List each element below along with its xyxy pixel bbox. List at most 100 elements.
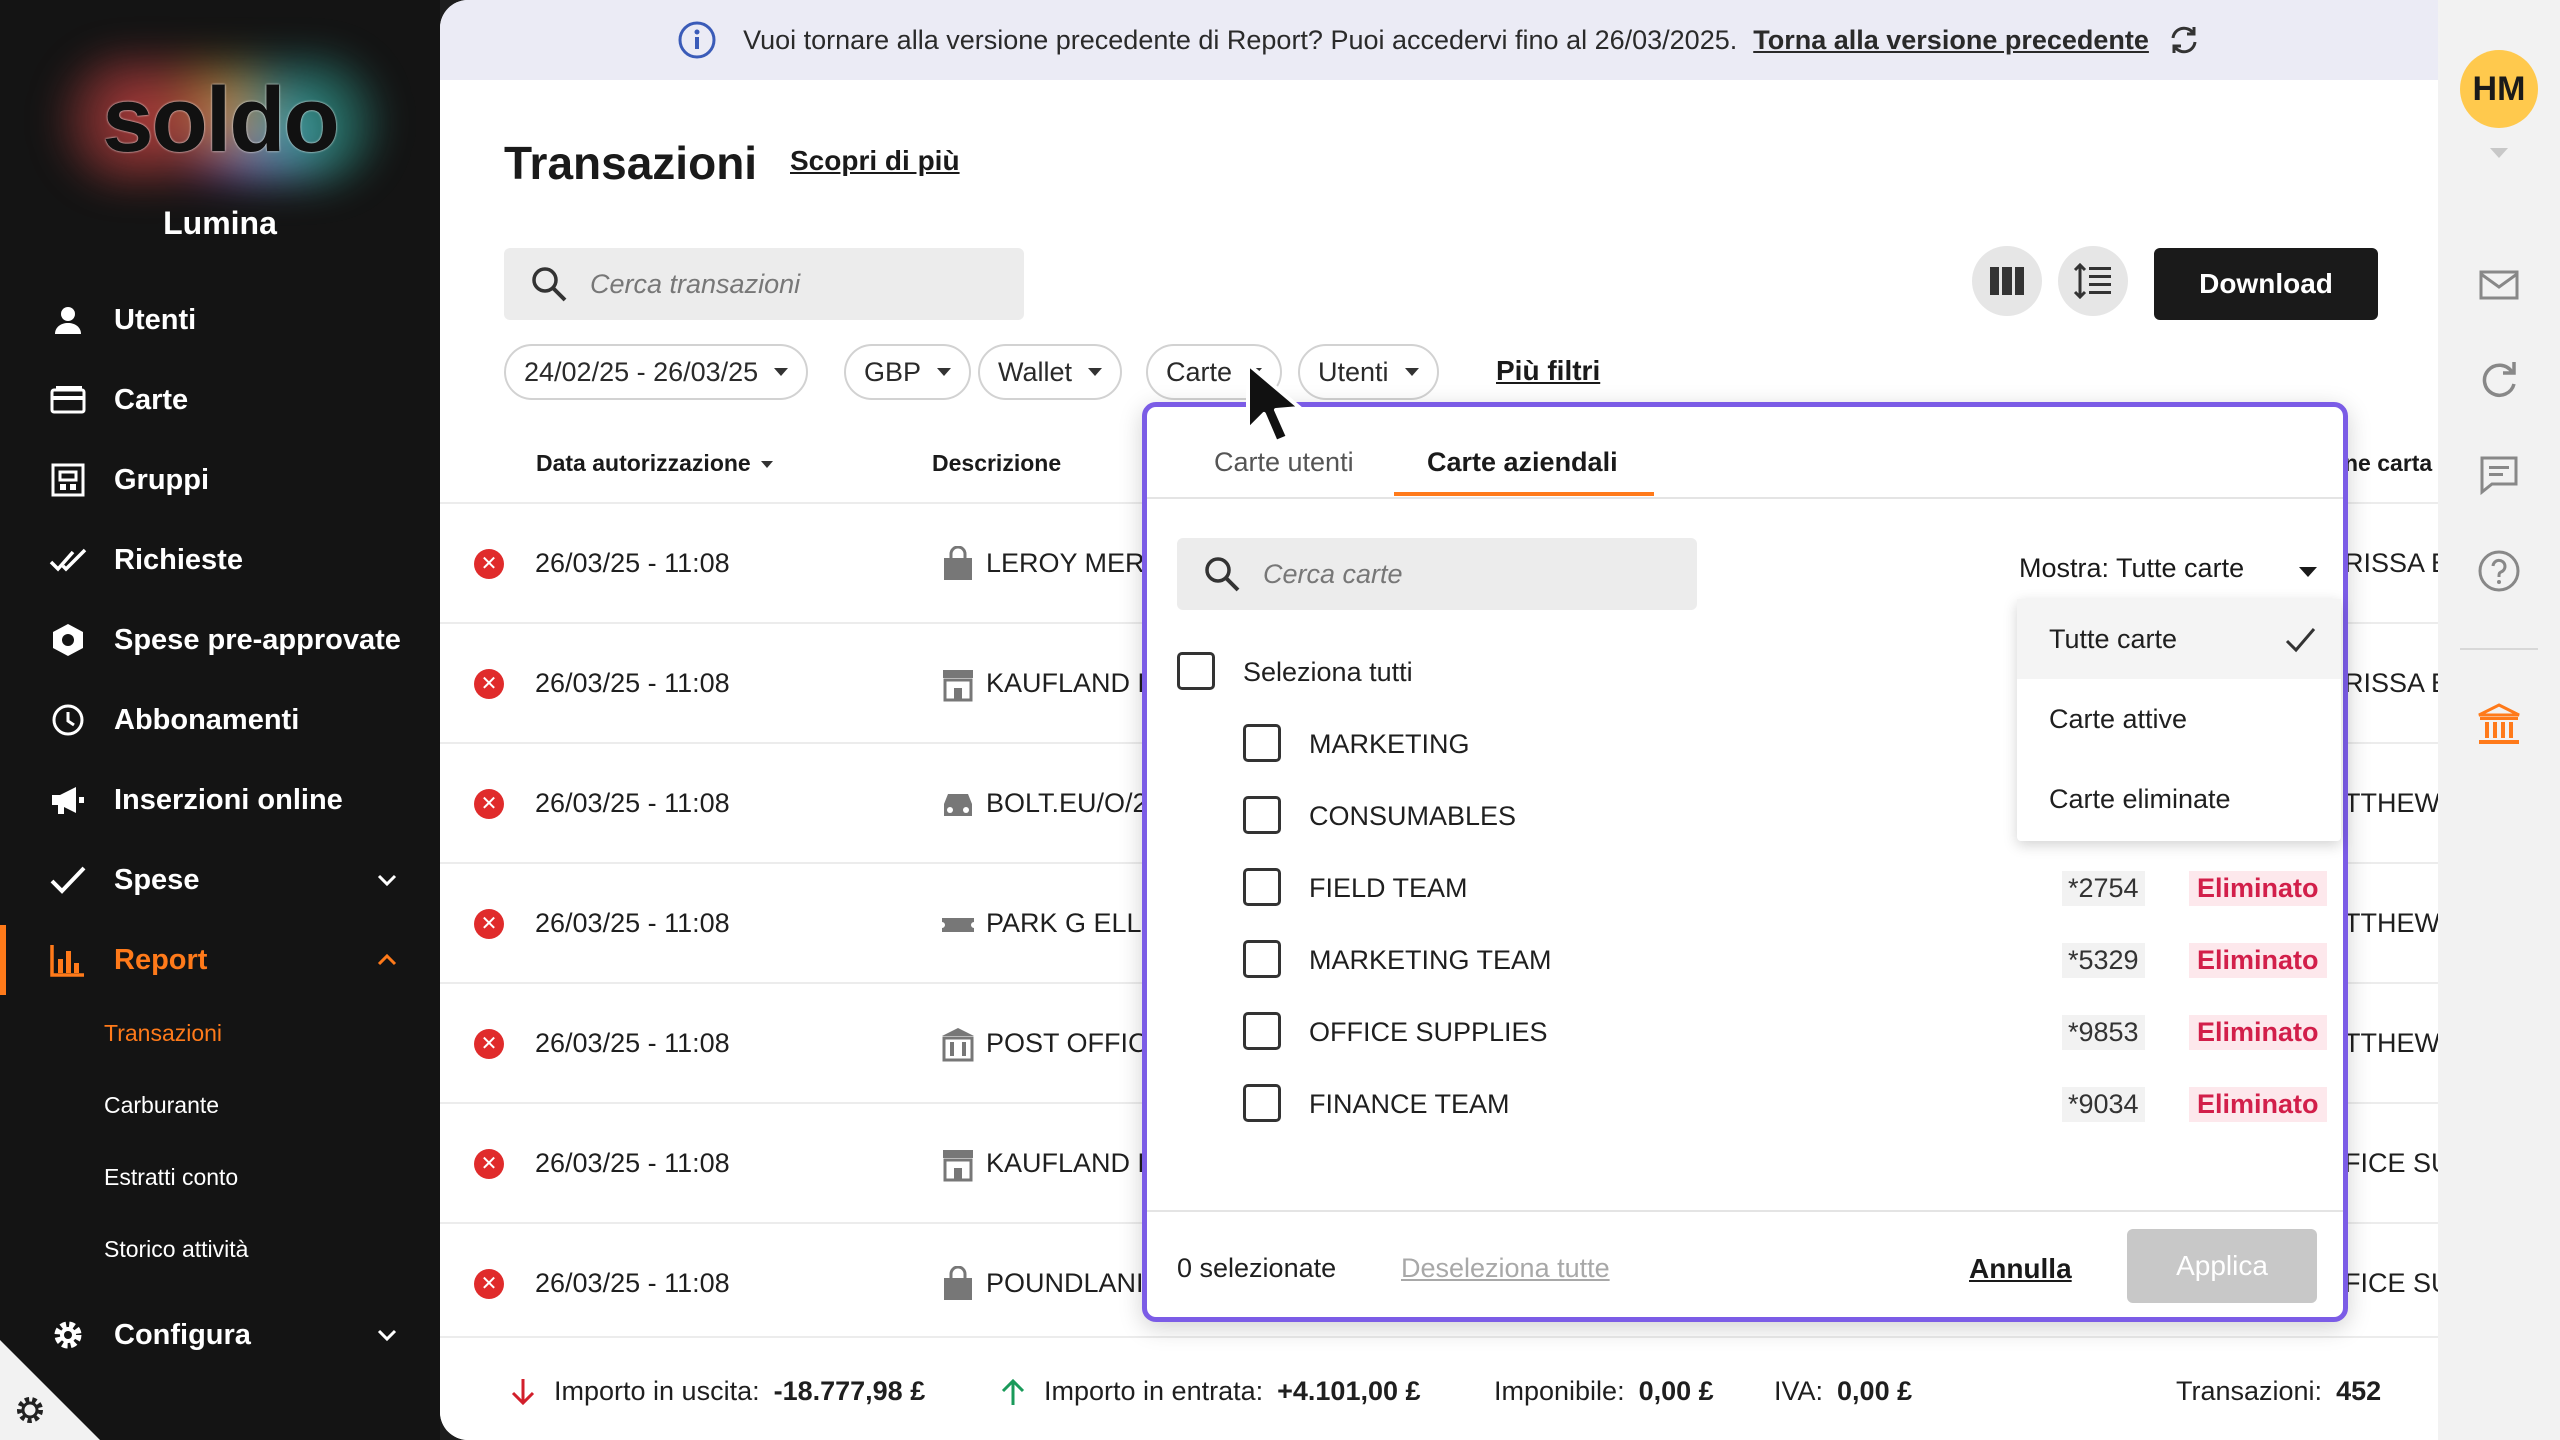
sidebar-item-label: Abbonamenti <box>114 703 300 736</box>
card-owner: FICE SUI <box>2344 1268 2438 1298</box>
card-name: CONSUMABLES <box>1309 801 1517 831</box>
divider <box>1147 1210 2343 1212</box>
menu-item-deleted-cards[interactable]: Carte eliminate <box>2017 759 2341 839</box>
total-value: 0,00 £ <box>1837 1376 1913 1406</box>
search-input[interactable]: Cerca transazioni <box>504 248 1024 320</box>
declined-icon: ✕ <box>474 669 504 699</box>
filter-wallet[interactable]: Wallet <box>978 344 1123 400</box>
row-density-button[interactable] <box>2058 246 2128 316</box>
chat-icon[interactable] <box>2476 452 2522 498</box>
sidebar-item-label: Richieste <box>114 543 243 576</box>
card-name: MARKETING <box>1309 729 1470 759</box>
filter-currency[interactable]: GBP <box>844 344 972 400</box>
card-checkbox[interactable] <box>1243 796 1281 834</box>
sort-caret-icon <box>760 461 773 469</box>
sidebar-subitem-statements[interactable]: Estratti conto <box>104 1164 238 1191</box>
avatar-caret-icon[interactable] <box>2490 148 2508 158</box>
columns-icon <box>1990 267 2024 295</box>
card-name: MARKETING TEAM <box>1309 945 1552 975</box>
sidebar-item-label: Report <box>114 943 208 976</box>
card-number: *9853 <box>2062 1015 2145 1050</box>
declined-icon: ✕ <box>474 909 504 939</box>
card-checkbox[interactable] <box>1243 724 1281 762</box>
status-badge: Eliminato <box>2189 1015 2327 1050</box>
card-owner: TTHEW <box>2344 1028 2438 1058</box>
filter-date-range[interactable]: 24/02/25 - 26/03/25 <box>504 344 809 400</box>
sidebar-item-requests[interactable]: Richieste <box>0 525 440 595</box>
card-checkbox[interactable] <box>1243 1012 1281 1050</box>
card-checkbox[interactable] <box>1243 1084 1281 1122</box>
sidebar-item-label: Gruppi <box>114 463 210 496</box>
sidebar-item-groups[interactable]: Gruppi <box>0 445 440 515</box>
sidebar-item-preapproved[interactable]: Spese pre-approvate <box>0 605 440 675</box>
sidebar-item-online-ads[interactable]: Inserzioni online <box>0 765 440 835</box>
mail-icon[interactable] <box>2476 262 2522 308</box>
tab-user-cards[interactable]: Carte utenti <box>1214 447 1354 478</box>
bank-icon[interactable] <box>2476 702 2522 748</box>
transaction-date: 26/03/25 - 11:08 <box>535 1268 730 1298</box>
chevron-down-icon[interactable] <box>374 1322 400 1348</box>
chevron-up-icon[interactable] <box>374 947 400 973</box>
arrow-down-icon <box>511 1378 535 1405</box>
tab-company-cards[interactable]: Carte aziendali <box>1427 447 1618 478</box>
sidebar-item-subscriptions[interactable]: Abbonamenti <box>0 685 440 755</box>
sidebar-subitem-transactions[interactable]: Transazioni <box>104 1020 222 1047</box>
total-value: 452 <box>2336 1376 2382 1406</box>
help-icon[interactable] <box>2476 548 2522 594</box>
learn-more-link[interactable]: Scopri di più <box>790 145 960 177</box>
avatar[interactable]: HM <box>2460 50 2538 128</box>
merchant-name: PARK G ELL E <box>986 908 1167 938</box>
menu-item-all-cards[interactable]: Tutte carte <box>2017 599 2341 679</box>
banner-link[interactable]: Torna alla versione precedente <box>1753 25 2149 56</box>
transaction-date: 26/03/25 - 11:08 <box>535 788 730 818</box>
deselect-all-link[interactable]: Deseleziona tutte <box>1401 1253 1610 1284</box>
caret-down-icon <box>937 368 952 376</box>
store-icon <box>943 1150 973 1182</box>
chip-label: Utenti <box>1318 356 1389 387</box>
card-checkbox[interactable] <box>1243 940 1281 978</box>
building-icon <box>942 1028 974 1062</box>
transaction-date: 26/03/25 - 11:08 <box>535 1148 730 1178</box>
sidebar-item-configure[interactable]: Configura <box>0 1300 440 1370</box>
settings-gear-icon[interactable] <box>14 1394 46 1426</box>
download-button[interactable]: Download <box>2154 248 2378 320</box>
transaction-date: 26/03/25 - 11:08 <box>535 1028 730 1058</box>
sidebar-item-label: Configura <box>114 1318 251 1351</box>
check-icon <box>48 860 88 900</box>
soldo-logo[interactable]: soldo <box>60 55 380 185</box>
total-vat: IVA: 0,00 £ <box>1774 1376 1912 1407</box>
chevron-down-icon[interactable] <box>374 867 400 893</box>
refresh-icon[interactable] <box>2167 23 2201 57</box>
merchant-name: LEROY MERL <box>986 548 1160 578</box>
sync-icon[interactable] <box>2476 356 2522 402</box>
sidebar-item-cards[interactable]: Carte <box>0 365 440 435</box>
filter-users[interactable]: Utenti <box>1298 344 1439 400</box>
cancel-button[interactable]: Annulla <box>1969 1253 2072 1285</box>
column-view-button[interactable] <box>1972 246 2042 316</box>
clock-icon <box>48 700 88 740</box>
page-title: Transazioni <box>504 137 758 189</box>
chip-label: GBP <box>864 356 922 387</box>
sidebar-item-expenses[interactable]: Spese <box>0 845 440 915</box>
totals-footer: Importo in uscita: -18.777,98 £ Importo i… <box>440 1336 2438 1440</box>
tab-indicator <box>1394 492 1654 496</box>
more-filters-link[interactable]: Più filtri <box>1496 355 1600 387</box>
sidebar-item-report[interactable]: Report <box>0 925 440 995</box>
column-header-description[interactable]: Descrizione <box>932 450 1061 477</box>
column-header-card-owner[interactable]: ne carta <box>2344 450 2432 477</box>
select-all-checkbox[interactable] <box>1177 652 1215 690</box>
card-checkbox[interactable] <box>1243 868 1281 906</box>
menu-item-active-cards[interactable]: Carte attive <box>2017 679 2341 759</box>
info-icon <box>678 21 716 59</box>
sidebar-subitem-fuel[interactable]: Carburante <box>104 1092 219 1119</box>
card-search-input[interactable]: Cerca carte <box>1177 538 1697 610</box>
column-header-label: Data autorizzazione <box>536 450 751 476</box>
logo-wordmark: soldo <box>102 68 339 171</box>
sidebar-item-users[interactable]: Utenti <box>0 285 440 355</box>
column-header-date[interactable]: Data autorizzazione <box>536 450 773 477</box>
apply-button[interactable]: Applica <box>2127 1229 2317 1303</box>
select-all-label: Seleziona tutti <box>1243 657 1413 687</box>
sidebar-subitem-activity-log[interactable]: Storico attività <box>104 1236 248 1263</box>
total-label: Transazioni: <box>2176 1376 2323 1406</box>
show-cards-menu: Tutte carte Carte attive Carte eliminate <box>2017 599 2341 841</box>
